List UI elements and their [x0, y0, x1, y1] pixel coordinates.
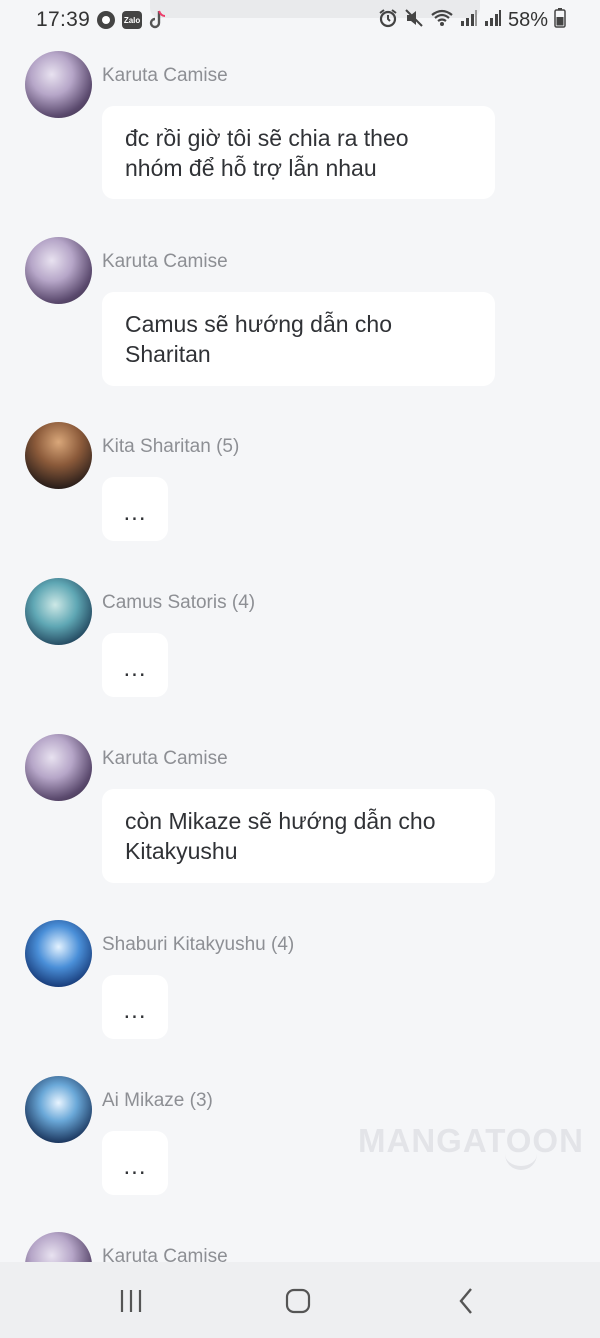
watermark: MANGATOON: [358, 1122, 584, 1159]
message-list[interactable]: Karuta Camise đc rồi giờ tôi sẽ chia ra …: [0, 40, 600, 1262]
message-bubble: ...: [102, 477, 168, 541]
sender-name: Shaburi Kitakyushu (4): [102, 934, 295, 955]
tiktok-icon: [148, 10, 168, 30]
home-icon: [285, 1288, 311, 1314]
status-time: 17:39: [36, 8, 91, 31]
sender-name: Camus Satoris (4): [102, 592, 256, 613]
back-icon: [459, 1288, 472, 1314]
sender-name: Karuta Camise: [102, 65, 228, 86]
status-right: 58%: [378, 8, 566, 33]
messenger-icon: [96, 10, 116, 30]
battery-icon: [554, 8, 566, 33]
navigation-bar: [0, 1262, 600, 1338]
avatar[interactable]: [25, 237, 92, 304]
avatar[interactable]: [25, 578, 92, 645]
wifi-icon: [430, 8, 454, 33]
sender-name: Karuta Camise: [102, 748, 228, 769]
status-bar: 17:39 Zalo 58%: [0, 0, 600, 40]
avatar[interactable]: [25, 920, 92, 987]
sender-name: Karuta Camise: [102, 251, 228, 272]
message-bubble: còn Mikaze sẽ hướng dẫn cho Kitakyushu: [102, 789, 495, 883]
mute-icon: [404, 8, 424, 33]
sender-name: Karuta Camise: [102, 1246, 228, 1262]
sender-name: Ai Mikaze (3): [102, 1090, 213, 1111]
back-button[interactable]: [446, 1286, 486, 1316]
recent-apps-button[interactable]: [111, 1286, 151, 1316]
message-bubble: Camus sẽ hướng dẫn cho Sharitan: [102, 292, 495, 386]
signal-icon: [460, 9, 478, 32]
message-bubble: ...: [102, 975, 168, 1039]
status-left: 17:39 Zalo: [36, 8, 168, 32]
alarm-icon: [378, 8, 398, 33]
avatar[interactable]: [25, 1232, 92, 1262]
sender-name: Kita Sharitan (5): [102, 436, 240, 457]
zalo-icon: Zalo: [122, 11, 143, 29]
signal-icon: [484, 9, 502, 32]
message-bubble: ...: [102, 633, 168, 697]
message-bubble: đc rồi giờ tôi sẽ chia ra theo nhóm để h…: [102, 106, 495, 199]
avatar[interactable]: [25, 422, 92, 489]
message-bubble: ...: [102, 1131, 168, 1195]
avatar[interactable]: [25, 1076, 92, 1143]
avatar[interactable]: [25, 734, 92, 801]
battery-percent: 58%: [507, 9, 548, 31]
home-button[interactable]: [278, 1286, 318, 1316]
recent-apps-icon: [120, 1290, 142, 1312]
avatar[interactable]: [25, 51, 92, 118]
